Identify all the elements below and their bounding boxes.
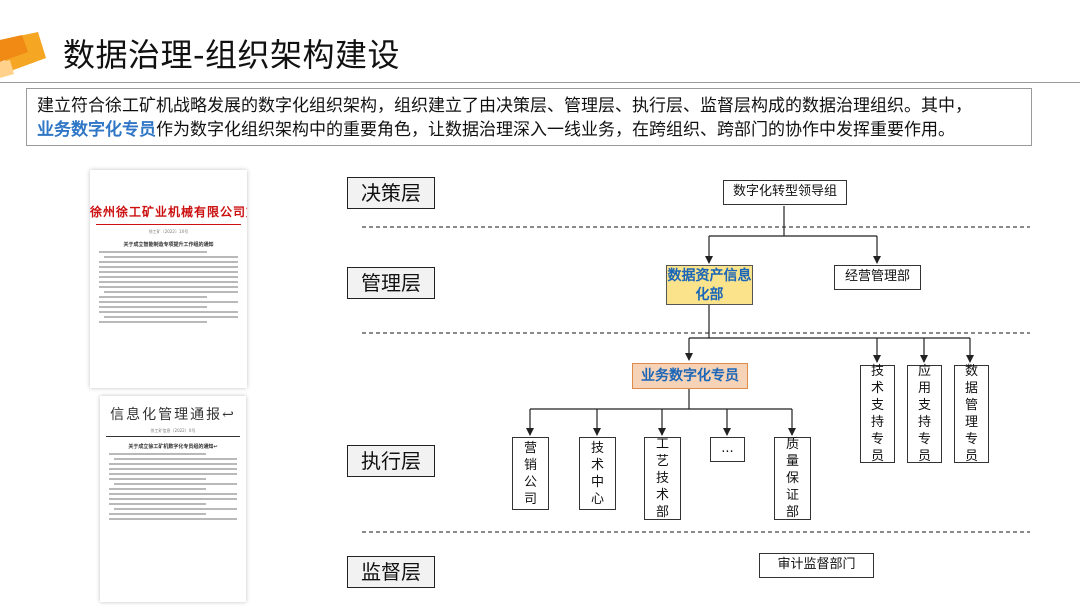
node-quality-assurance-dept-label: 质量保证部 xyxy=(785,437,799,520)
node-data-asset-it-dept: 数据资产信息化部 xyxy=(666,265,753,305)
layer-supervision: 监督层 xyxy=(347,556,435,588)
node-technology-center-label: 技术中心 xyxy=(590,440,604,507)
node-digital-transformation-leadership: 数字化转型领导组 xyxy=(723,180,847,205)
node-audit-supervision-dept: 审计监督部门 xyxy=(759,553,874,578)
node-process-technology-dept-label: 工艺技术部 xyxy=(655,437,669,520)
node-quality-assurance-dept: 质量保证部 xyxy=(774,437,811,520)
node-ellipsis: ... xyxy=(710,437,745,462)
node-business-digital-specialist: 业务数字化专员 xyxy=(632,363,748,389)
org-chart-connectors xyxy=(362,206,1030,533)
node-application-support-specialist-label: 应用支持专员 xyxy=(917,364,931,464)
node-business-management-dept: 经营管理部 xyxy=(834,265,921,290)
layer-management: 管理层 xyxy=(347,267,435,299)
node-technical-support-specialist-label: 技术支持专员 xyxy=(870,364,884,464)
node-data-management-specialist: 数据管理专员 xyxy=(954,364,989,464)
layer-execution: 执行层 xyxy=(347,445,435,477)
node-application-support-specialist: 应用支持专员 xyxy=(907,364,942,464)
node-data-management-specialist-label: 数据管理专员 xyxy=(964,364,978,464)
node-marketing-company-label: 营销公司 xyxy=(523,440,537,507)
layer-decision: 决策层 xyxy=(347,177,435,209)
node-technical-support-specialist: 技术支持专员 xyxy=(860,364,895,464)
node-technology-center: 技术中心 xyxy=(579,437,616,510)
node-process-technology-dept: 工艺技术部 xyxy=(644,437,681,520)
node-marketing-company: 营销公司 xyxy=(512,437,549,510)
